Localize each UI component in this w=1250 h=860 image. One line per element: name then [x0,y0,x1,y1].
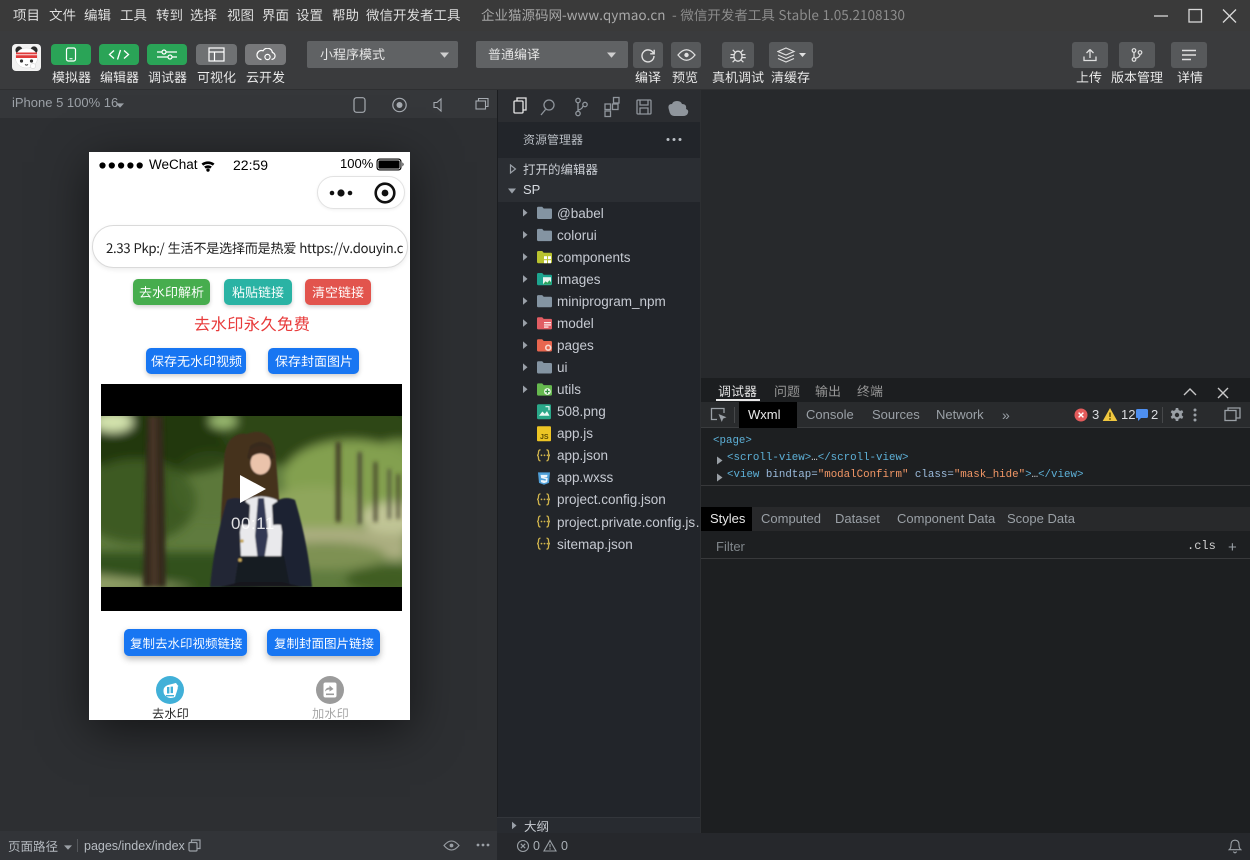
svg-text:JS: JS [540,434,549,441]
